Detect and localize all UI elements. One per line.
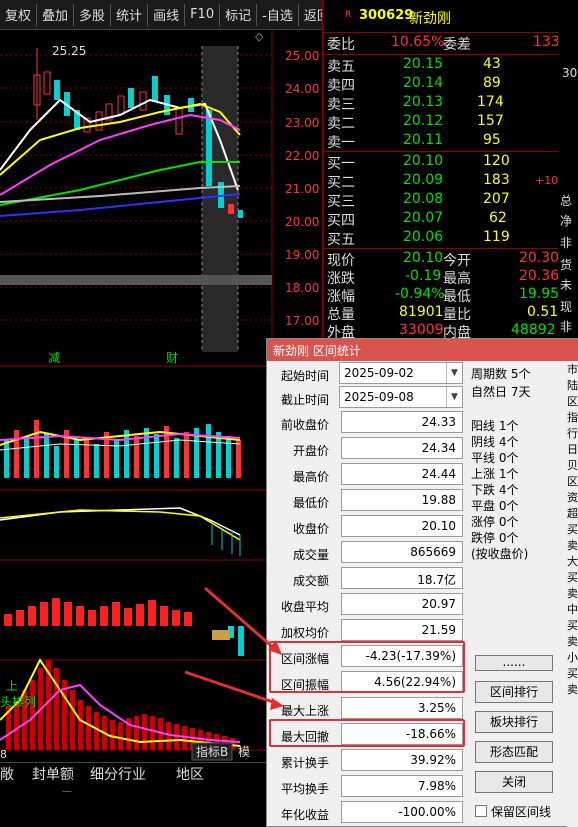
arrow-head-icon bbox=[270, 698, 284, 710]
arrow-line bbox=[204, 586, 277, 652]
annotation-arrows bbox=[184, 586, 284, 710]
app-window: { "toolbar": {"items": ["复权","叠加","多股","… bbox=[0, 0, 578, 827]
arrow-line bbox=[184, 670, 277, 705]
arrow-head-icon bbox=[268, 640, 282, 655]
